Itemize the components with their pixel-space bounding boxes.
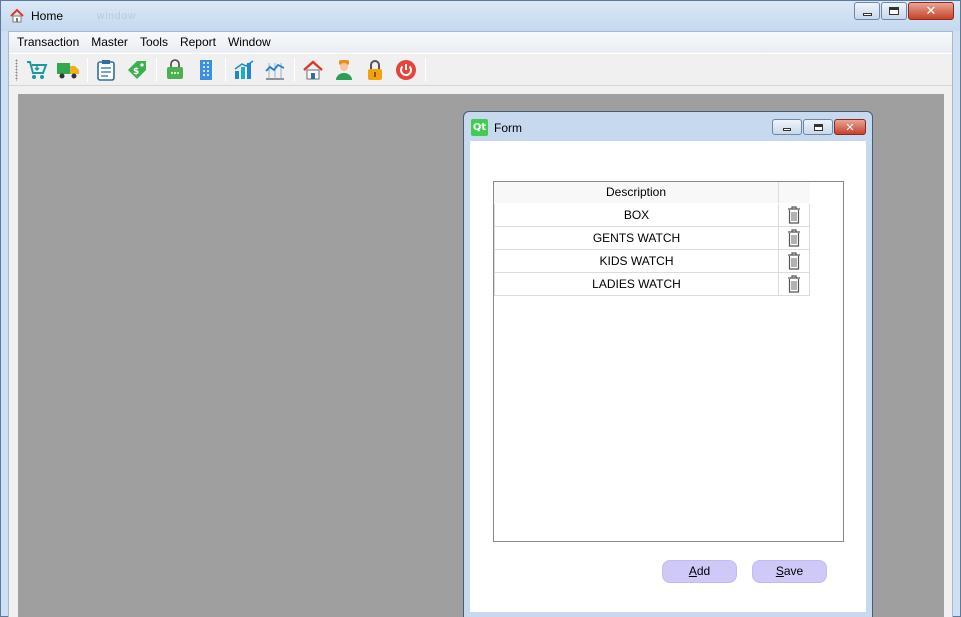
table-row[interactable]: LADIES WATCH bbox=[494, 273, 810, 296]
form-restore-button[interactable] bbox=[803, 119, 833, 135]
toolbar-home-button[interactable] bbox=[299, 56, 327, 84]
toolbar-delivery-button[interactable] bbox=[54, 56, 82, 84]
power-icon bbox=[396, 59, 416, 80]
cell-description[interactable]: KIDS WATCH bbox=[494, 250, 779, 272]
toolbar-tag-button[interactable]: $ bbox=[123, 56, 151, 84]
close-icon: ✕ bbox=[925, 3, 937, 19]
form-title: Form bbox=[494, 121, 522, 135]
lock-icon bbox=[368, 59, 382, 80]
mdi-area: Qt Form ✕ Description BOX GENTS WATCH KI… bbox=[18, 94, 944, 617]
toolbar-cart-button[interactable] bbox=[23, 56, 51, 84]
form-minimize-button[interactable] bbox=[772, 119, 802, 135]
trash-icon bbox=[788, 275, 800, 293]
toolbar-lock-button[interactable] bbox=[361, 56, 389, 84]
trash-icon bbox=[788, 229, 800, 247]
window-title: Home bbox=[31, 9, 64, 23]
toolbar-grip[interactable] bbox=[15, 58, 18, 81]
toolbar-clipboard-button[interactable] bbox=[92, 56, 120, 84]
table-row[interactable]: GENTS WATCH bbox=[494, 227, 810, 250]
shopping-cart-icon bbox=[27, 60, 48, 79]
cell-description[interactable]: LADIES WATCH bbox=[494, 273, 779, 295]
home-app-icon bbox=[10, 8, 24, 23]
toolbar-separator bbox=[156, 57, 157, 82]
restore-icon bbox=[813, 123, 823, 131]
delete-row-button[interactable] bbox=[779, 273, 810, 295]
toolbar-separator bbox=[425, 57, 426, 82]
window-controls: ✕ bbox=[853, 2, 954, 20]
qt-logo-icon: Qt bbox=[471, 119, 488, 136]
delete-row-button[interactable] bbox=[779, 227, 810, 249]
trash-icon bbox=[788, 206, 800, 224]
toolbar-separator bbox=[294, 57, 295, 82]
toolbar-building-button[interactable] bbox=[192, 56, 220, 84]
minimize-icon bbox=[783, 127, 791, 131]
menu-window[interactable]: Window bbox=[222, 32, 277, 52]
restore-icon bbox=[889, 7, 899, 15]
form-client-area: Description BOX GENTS WATCH KIDS WATCH L… bbox=[470, 141, 866, 612]
menu-master[interactable]: Master bbox=[85, 32, 134, 52]
line-chart-icon bbox=[265, 62, 285, 80]
trash-icon bbox=[788, 252, 800, 270]
delete-row-button[interactable] bbox=[779, 204, 810, 226]
price-tag-icon: $ bbox=[128, 60, 146, 79]
table-header: Description bbox=[494, 182, 810, 203]
maximize-button[interactable] bbox=[881, 2, 907, 20]
save-button[interactable]: Save bbox=[752, 560, 827, 583]
close-button[interactable]: ✕ bbox=[908, 2, 954, 20]
description-table[interactable]: Description BOX GENTS WATCH KIDS WATCH L… bbox=[493, 181, 844, 542]
minimize-icon bbox=[862, 12, 872, 16]
form-close-button[interactable]: ✕ bbox=[834, 119, 866, 135]
toolbar-bag-button[interactable] bbox=[161, 56, 189, 84]
table-row[interactable]: KIDS WATCH bbox=[494, 250, 810, 273]
building-icon bbox=[200, 59, 212, 80]
column-header-actions[interactable] bbox=[779, 182, 810, 203]
add-button-label: dd bbox=[696, 564, 711, 578]
toolbar-barchart-button[interactable] bbox=[230, 56, 258, 84]
toolbar-power-button[interactable] bbox=[392, 56, 420, 84]
cell-description[interactable]: GENTS WATCH bbox=[494, 227, 779, 249]
form-window-controls: ✕ bbox=[771, 119, 866, 135]
menu-report[interactable]: Report bbox=[174, 32, 222, 52]
form-window: Qt Form ✕ Description BOX GENTS WATCH KI… bbox=[463, 111, 873, 617]
title-bar[interactable]: Home window ✕ bbox=[1, 1, 960, 31]
add-button[interactable]: Add bbox=[662, 560, 737, 583]
table-body: BOX GENTS WATCH KIDS WATCH LADIES WATCH bbox=[494, 204, 810, 296]
table-row[interactable]: BOX bbox=[494, 204, 810, 227]
menu-bar: Transaction Master Tools Report Window bbox=[9, 32, 952, 52]
toolbar-separator bbox=[87, 57, 88, 82]
toolbar: $ bbox=[9, 53, 952, 86]
form-bottom-border bbox=[470, 612, 866, 617]
close-icon: ✕ bbox=[845, 120, 855, 134]
home-icon bbox=[303, 59, 323, 79]
minimize-button[interactable] bbox=[854, 2, 880, 20]
user-icon bbox=[336, 59, 352, 80]
delete-row-button[interactable] bbox=[779, 250, 810, 272]
menu-transaction[interactable]: Transaction bbox=[11, 32, 85, 52]
save-button-label: ave bbox=[783, 564, 804, 578]
save-button-mnemonic: S bbox=[775, 564, 784, 578]
cell-description[interactable]: BOX bbox=[494, 204, 779, 226]
delivery-truck-icon bbox=[57, 62, 79, 78]
toolbar-separator bbox=[225, 57, 226, 82]
column-header-description[interactable]: Description bbox=[494, 182, 779, 203]
form-title-bar[interactable]: Qt Form ✕ bbox=[464, 112, 872, 141]
shopping-bag-icon bbox=[167, 58, 183, 79]
window-title-ghost: window bbox=[97, 11, 137, 22]
bar-chart-icon bbox=[234, 59, 254, 79]
add-button-mnemonic: A bbox=[688, 564, 697, 578]
clipboard-icon bbox=[97, 59, 115, 81]
svg-text:$: $ bbox=[133, 67, 139, 77]
main-window: Home window ✕ Transaction Master Tools R… bbox=[0, 0, 961, 617]
main-client-area: Transaction Master Tools Report Window $… bbox=[8, 31, 953, 617]
toolbar-user-button[interactable] bbox=[330, 56, 358, 84]
menu-tools[interactable]: Tools bbox=[134, 32, 174, 52]
toolbar-linechart-button[interactable] bbox=[261, 56, 289, 84]
